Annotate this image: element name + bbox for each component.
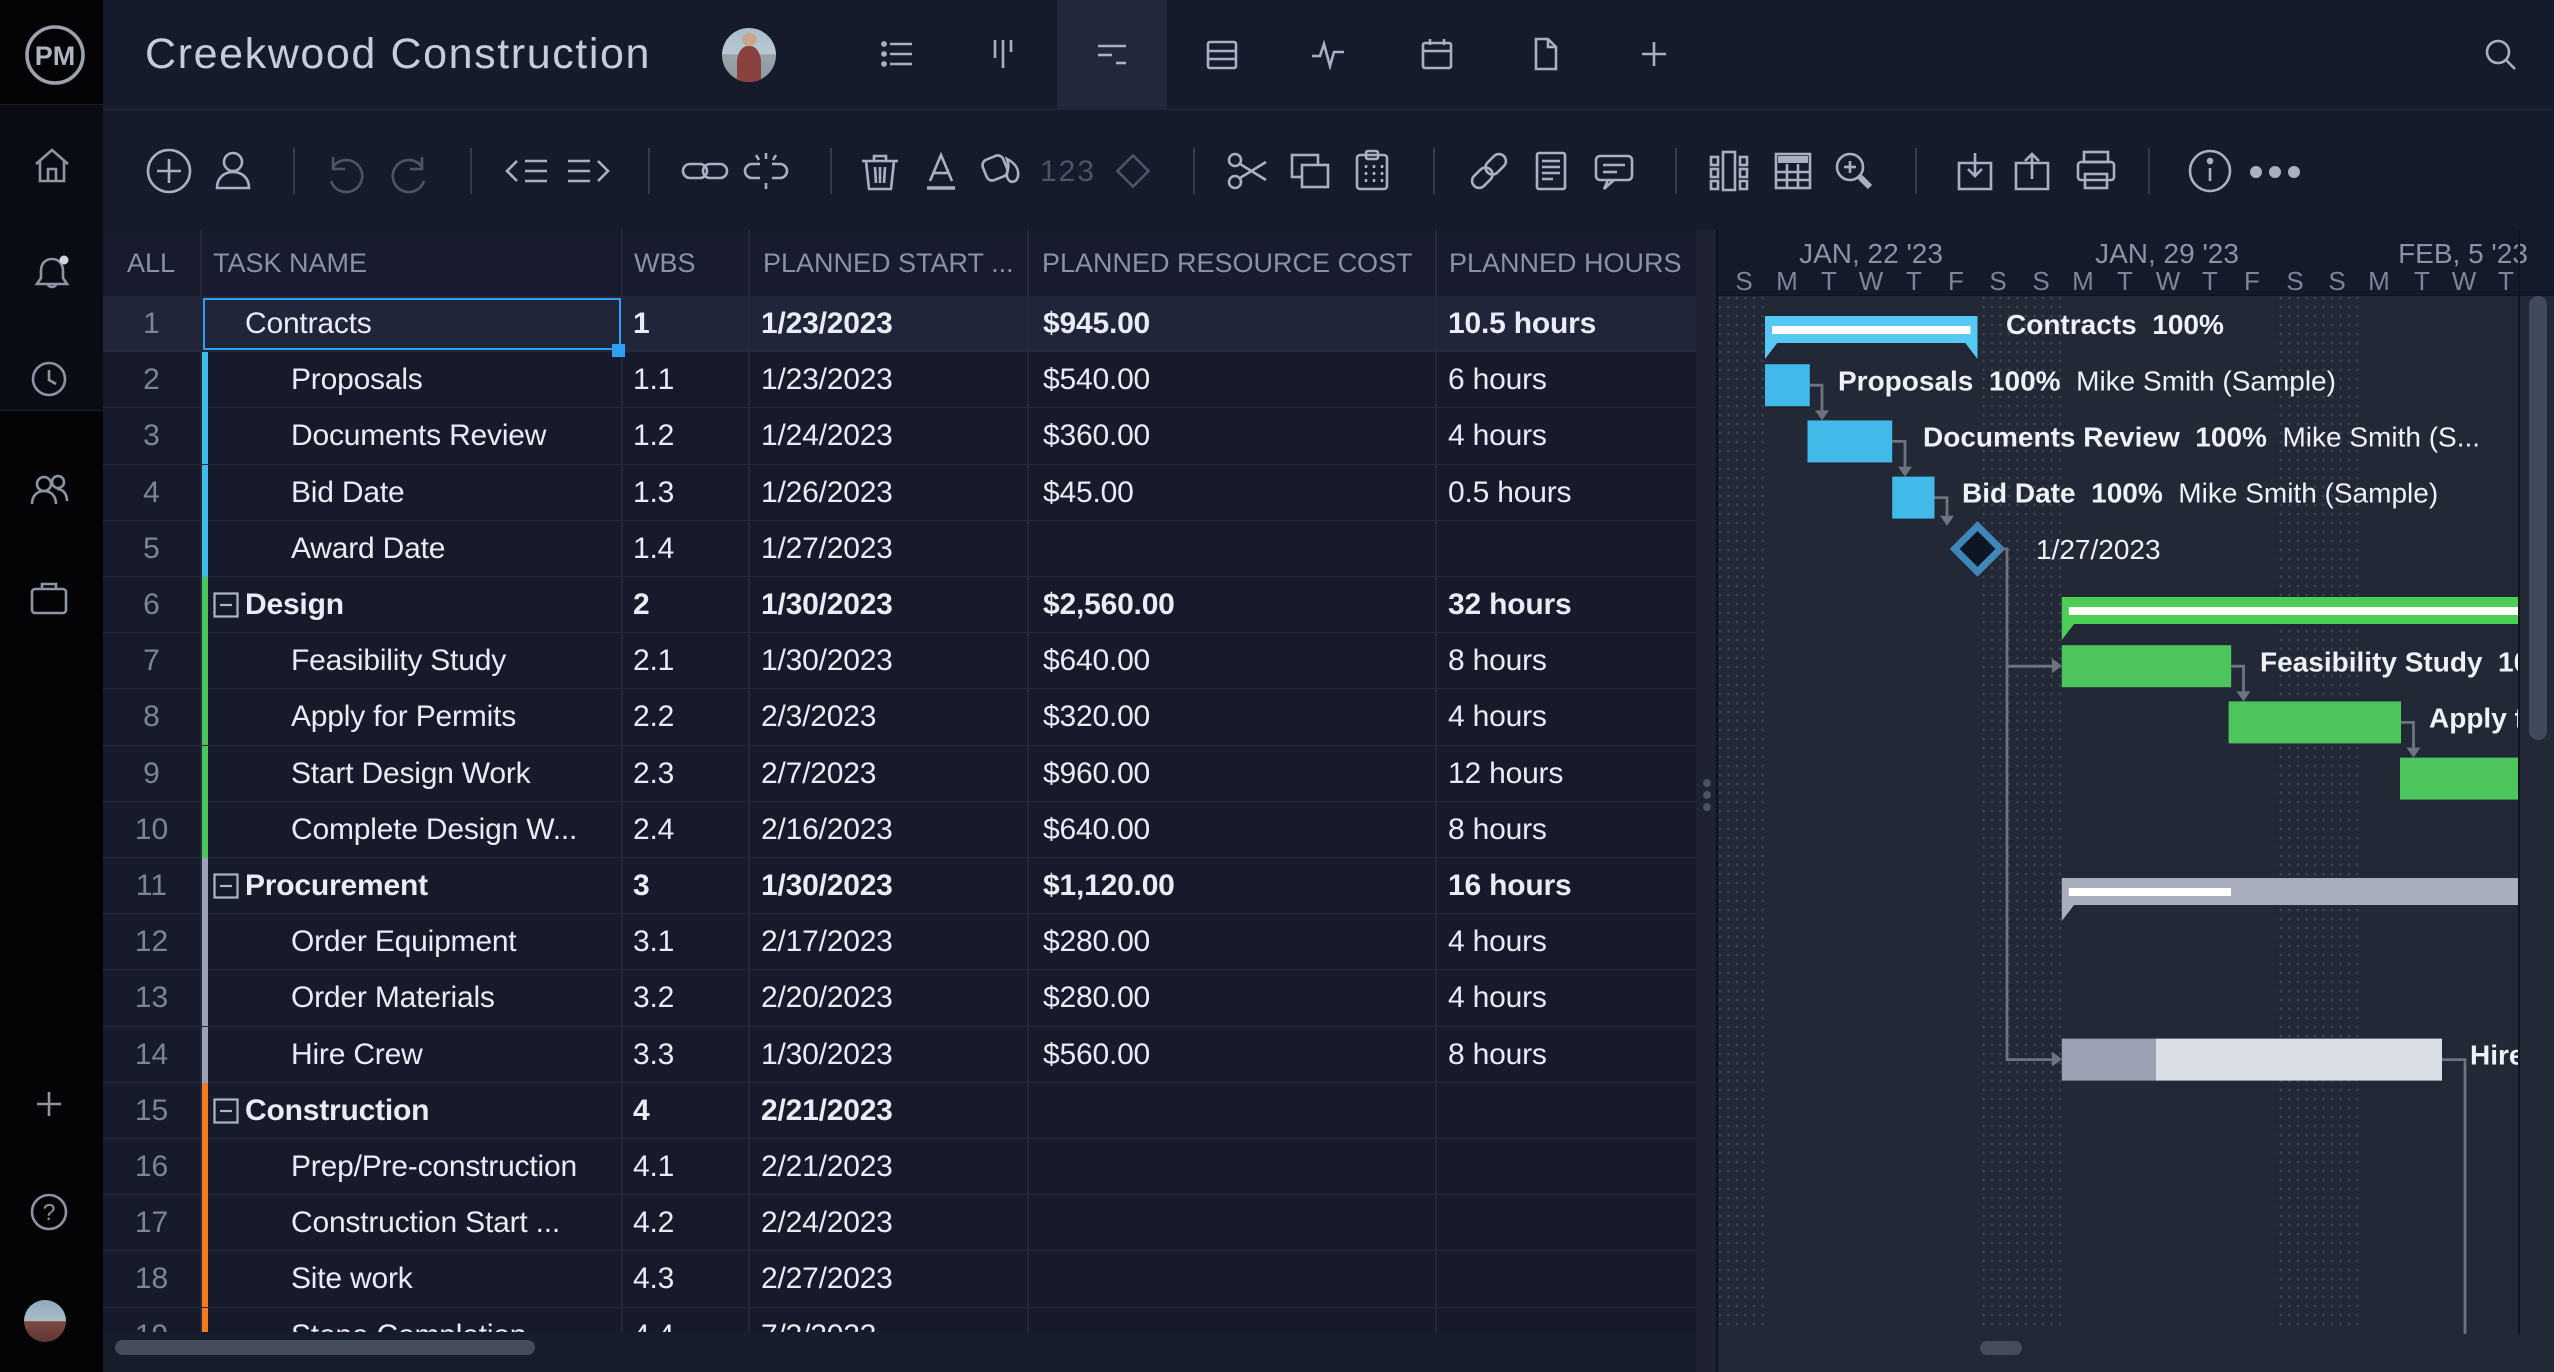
- svg-text:Documents Review 100% Mike S: Documents Review 100% Mike Smith (S...: [1923, 422, 2480, 453]
- svg-text:1/27/2023: 1/27/2023: [2036, 534, 2161, 565]
- svg-text:Contracts 100%: Contracts 100%: [2006, 309, 2224, 340]
- svg-text:Bid Date 100% Mike Smith (Sa: Bid Date 100% Mike Smith (Sample): [1962, 478, 2438, 509]
- svg-text:Apply f: Apply f: [2429, 703, 2518, 734]
- svg-text:Proposals 100% Mike Smith (S: Proposals 100% Mike Smith (Sample): [1838, 365, 2336, 396]
- svg-text:Hire: Hire: [2470, 1040, 2518, 1071]
- svg-text:PM: PM: [35, 41, 76, 71]
- svg-text:Feasibility Study 10: Feasibility Study 10: [2260, 646, 2518, 677]
- svg-text:?: ?: [43, 1199, 56, 1225]
